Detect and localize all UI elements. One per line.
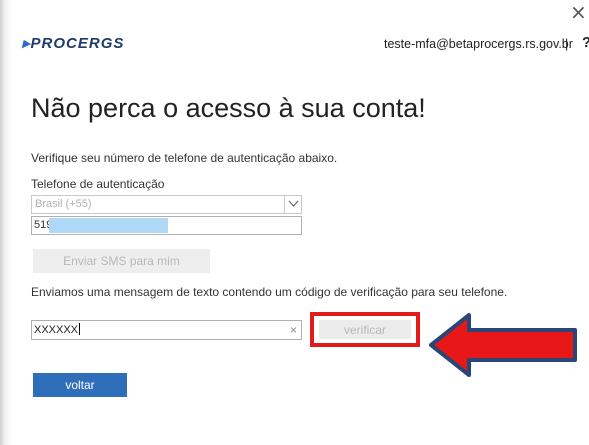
verify-highlight-box: verificar — [310, 312, 420, 347]
header-separator: | — [565, 37, 569, 51]
country-selected-value: Brasil (+55) — [35, 198, 92, 210]
verify-button[interactable]: verificar — [319, 320, 411, 339]
code-value: XXXXXX — [34, 323, 81, 336]
logo-swoosh-icon: ▸ — [22, 35, 31, 52]
chevron-down-icon[interactable] — [284, 196, 301, 213]
phone-number-field[interactable]: 519 — [31, 216, 302, 235]
user-email[interactable]: teste-mfa@betaprocergs.rs.gov.br — [384, 37, 573, 51]
send-sms-button[interactable]: Enviar SMS para mim — [33, 249, 210, 273]
procergs-logo: ▸PROCERGS — [22, 34, 124, 52]
verification-code-input[interactable]: XXXXXX × — [31, 320, 302, 340]
left-edge-shadow — [0, 0, 12, 445]
country-select[interactable]: Brasil (+55) — [31, 195, 302, 214]
red-arrow-annotation — [429, 313, 577, 377]
close-icon[interactable]: × — [570, 2, 587, 22]
sms-sent-message: Enviamos uma mensagem de texto contendo … — [31, 285, 508, 299]
clear-icon[interactable]: × — [290, 323, 297, 337]
back-button[interactable]: voltar — [33, 373, 127, 397]
logo-text: PROCERGS — [30, 35, 125, 52]
phone-redaction — [49, 218, 168, 233]
page-title: Não perca o acesso à sua conta! — [31, 93, 426, 123]
instruction-text: Verifique seu número de telefone de aute… — [31, 151, 338, 165]
phone-label: Telefone de autenticação — [31, 177, 165, 191]
help-icon[interactable]: ? — [582, 34, 589, 51]
